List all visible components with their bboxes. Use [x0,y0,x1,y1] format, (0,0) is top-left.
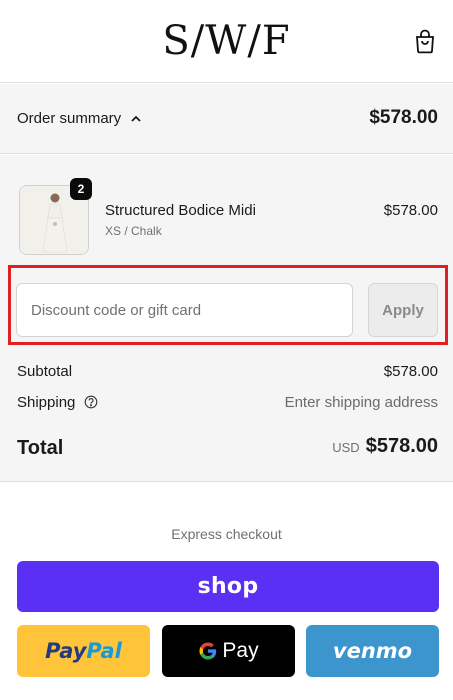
subtotal-value: $578.00 [383,363,438,380]
venmo-logo: venmo [332,639,413,663]
currency-code: USD [332,440,360,455]
store-logo[interactable]: S/W/F [0,18,453,64]
shipping-row-label: Shipping [17,394,98,411]
shipping-value: Enter shipping address [284,394,438,411]
google-pay-button[interactable]: Pay [162,625,295,677]
total-label: Total [17,437,64,459]
site-header: S/W/F [0,0,453,83]
product-name: Structured Bodice Midi [105,202,256,219]
quantity-badge: 2 [70,178,92,200]
paypal-logo: PayPal [45,639,122,663]
discount-code-input[interactable] [16,283,353,337]
apply-discount-button[interactable]: Apply [368,283,438,337]
order-summary-label: Order summary [17,110,122,127]
shop-pay-button[interactable]: shop [17,561,439,612]
shopping-bag-icon[interactable] [413,28,437,54]
paypal-logo-pay: Pay [45,639,87,663]
product-variant: XS / Chalk [105,224,162,238]
order-summary-panel: 2 Structured Bodice Midi XS / Chalk $578… [0,155,453,482]
total-value-group: USD $578.00 [332,435,438,458]
express-checkout-label: Express checkout [171,526,282,542]
help-circle-icon[interactable] [84,395,98,409]
chevron-up-icon [131,115,141,122]
shipping-label: Shipping [17,394,76,411]
google-g-icon [199,642,217,660]
shop-pay-logo: shop [197,574,259,599]
total-amount: $578.00 [365,435,438,457]
paypal-logo-pal: Pal [86,639,122,663]
product-price: $578.00 [383,202,438,219]
google-pay-label: Pay [222,639,259,662]
google-pay-logo: Pay [198,639,259,663]
order-summary-toggle[interactable]: Order summary [17,110,143,127]
venmo-button[interactable]: venmo [306,625,439,677]
order-summary-total: $578.00 [369,107,438,128]
subtotal-label: Subtotal [17,363,73,380]
order-summary-bar: Order summary $578.00 [0,84,453,154]
paypal-button[interactable]: PayPal [17,625,150,677]
